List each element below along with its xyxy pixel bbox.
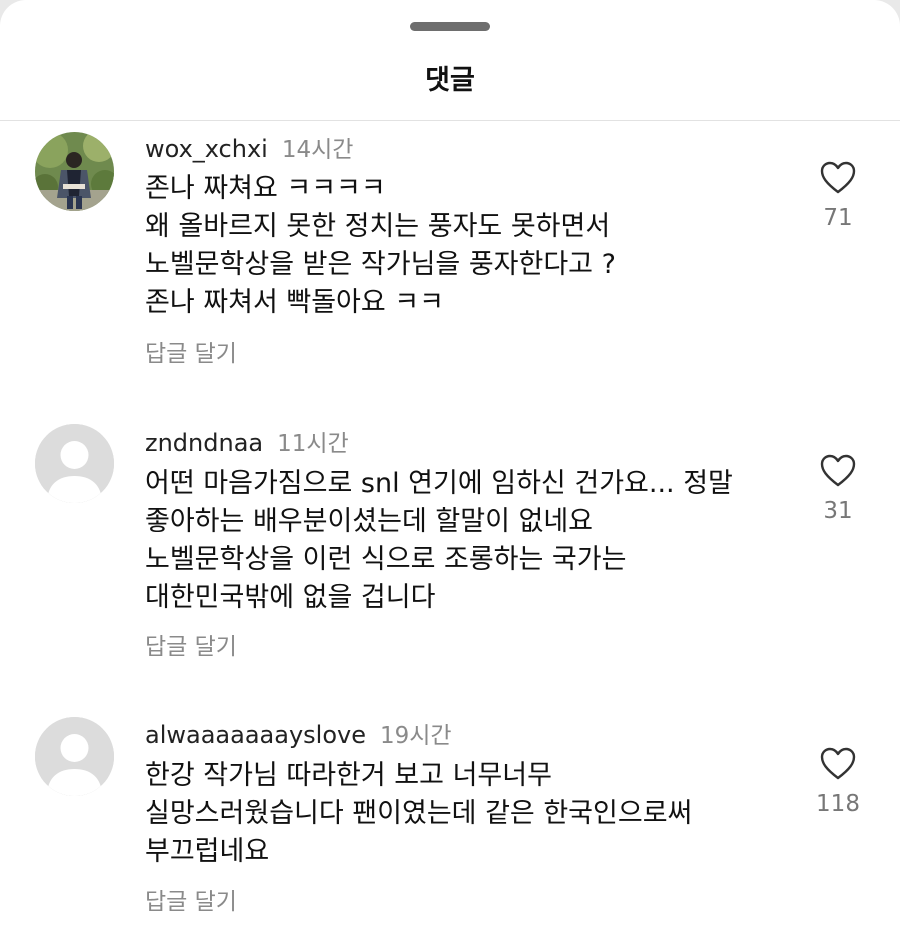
heart-outline-icon: [820, 454, 856, 487]
comment-time: 19시간: [379, 723, 452, 749]
comment-time: 11시간: [277, 431, 349, 457]
like-count: 71: [823, 205, 853, 231]
like-count: 118: [816, 791, 860, 817]
avatar[interactable]: [35, 132, 114, 211]
heart-outline-icon: [820, 747, 856, 780]
comments-sheet: 댓글 wox_xchxi 14시간 존나 짜쳐요 ㅋㅋㅋㅋ 왜 올바르지 못한 …: [0, 0, 900, 934]
comment-username[interactable]: alwaaaaaaayslove: [145, 721, 366, 749]
reply-button[interactable]: 답글 달기: [145, 882, 237, 916]
heart-outline-icon: [820, 161, 856, 194]
comment-text: 존나 짜쳐요 ㅋㅋㅋㅋ 왜 올바르지 못한 정치는 풍자도 못하면서 노벨문학상…: [145, 173, 616, 318]
comment-text: 한강 작가님 따라한거 보고 너무너무 실망스러웠습니다 팬이였는데 같은 한국…: [145, 760, 693, 867]
avatar[interactable]: [35, 424, 114, 503]
like-button[interactable]: 31: [812, 454, 864, 524]
drag-handle[interactable]: [410, 22, 490, 31]
avatar[interactable]: [35, 717, 114, 796]
profile-photo: [35, 132, 114, 211]
reply-button[interactable]: 답글 달기: [145, 334, 237, 368]
comment-username[interactable]: wox_xchxi: [145, 135, 268, 163]
header-divider: [0, 120, 900, 121]
comment-text: 어떤 마음가짐으로 snl 연기에 임하신 건가요... 정말 좋아하는 배우분…: [145, 468, 733, 613]
default-avatar-icon: [35, 717, 114, 796]
comment-time: 14시간: [281, 137, 354, 163]
default-avatar-icon: [35, 424, 114, 503]
comment-username[interactable]: zndndnaa: [145, 429, 263, 457]
like-button[interactable]: 118: [812, 747, 864, 817]
like-button[interactable]: 71: [812, 161, 864, 231]
like-count: 31: [823, 498, 853, 524]
reply-button[interactable]: 답글 달기: [145, 627, 237, 661]
sheet-title: 댓글: [425, 65, 475, 96]
